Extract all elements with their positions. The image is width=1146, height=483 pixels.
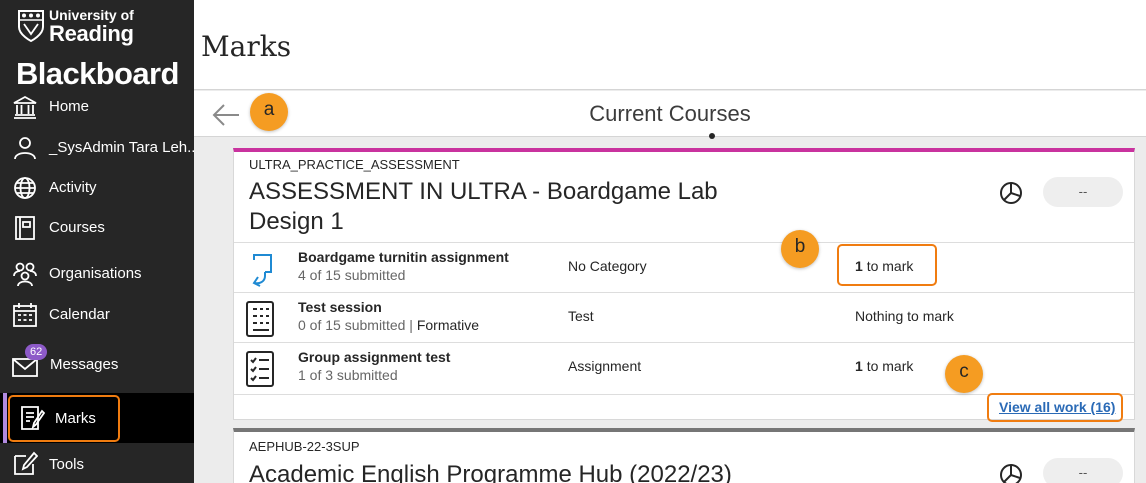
item-submitted: 1 of 3 submitted xyxy=(298,367,398,383)
course-title[interactable]: ASSESSMENT IN ULTRA - Boardgame Lab Desi… xyxy=(249,177,749,237)
calendar-icon xyxy=(13,303,37,327)
course-code: ULTRA_PRACTICE_ASSESSMENT xyxy=(249,157,460,172)
item-mark-status[interactable]: 1 to mark xyxy=(855,358,913,374)
sidebar-item-organisations[interactable]: Organisations xyxy=(0,254,194,294)
sidebar-item-label: Organisations xyxy=(49,265,142,282)
grade-pie-icon[interactable] xyxy=(998,180,1024,206)
item-submitted: 4 of 15 submitted xyxy=(298,267,406,283)
item-extra: Formative xyxy=(416,317,480,333)
tools-icon xyxy=(14,451,38,475)
sidebar-item-profile[interactable]: _SysAdmin Tara Leh... xyxy=(0,128,194,168)
mark-text: to mark xyxy=(866,358,914,374)
item-name[interactable]: Test session xyxy=(298,299,382,315)
sidebar-item-home[interactable]: Home xyxy=(0,87,194,127)
highlight-box xyxy=(837,244,937,286)
overall-grade-pill[interactable]: -- xyxy=(1043,177,1123,207)
page-header: Marks xyxy=(194,0,1146,90)
table-row[interactable]: Boardgame turnitin assignment 4 of 15 su… xyxy=(234,242,1134,292)
table-row[interactable]: Test session 0 of 15 submitted | Formati… xyxy=(234,292,1134,342)
course-card: AEPHUB-22-3SUP Academic English Programm… xyxy=(233,428,1135,483)
overall-grade-pill[interactable]: -- xyxy=(1043,458,1123,483)
assignment-icon xyxy=(246,351,274,387)
turnitin-icon xyxy=(252,254,272,287)
sidebar-item-label: Home xyxy=(49,98,90,115)
grade-pie-icon[interactable] xyxy=(998,462,1024,483)
page-title: Marks xyxy=(201,30,292,63)
book-icon xyxy=(15,216,35,240)
separator: | xyxy=(409,317,413,333)
callout-marker-a: a xyxy=(250,93,288,131)
sidebar-item-courses[interactable]: Courses xyxy=(0,208,194,248)
university-name-line2: Reading xyxy=(49,21,134,46)
item-submitted-line: 0 of 15 submitted | Formative xyxy=(298,317,479,333)
sidebar-item-messages[interactable]: 62 Messages xyxy=(0,344,194,384)
sidebar-item-label: Tools xyxy=(49,456,85,473)
institution-icon xyxy=(13,95,37,119)
test-icon xyxy=(246,301,274,337)
mark-count: 1 xyxy=(855,358,863,374)
sidebar-item-activity[interactable]: Activity xyxy=(0,168,194,208)
item-category: Assignment xyxy=(568,358,642,374)
mark-text: Nothing to mark xyxy=(855,308,954,324)
sidebar-item-label: _SysAdmin Tara Leh... xyxy=(49,139,194,156)
sidebar-item-tools[interactable]: Tools xyxy=(0,444,194,483)
globe-icon xyxy=(14,177,36,199)
sidebar-item-marks[interactable]: Marks xyxy=(0,393,194,443)
user-icon xyxy=(14,137,36,160)
crest-icon xyxy=(18,10,44,42)
carousel-dot[interactable] xyxy=(709,133,715,139)
university-name-line1: University of xyxy=(49,7,134,23)
main-content: Marks Current Courses a ULTRA_PRACTICE_A… xyxy=(194,0,1146,483)
sidebar: University of Reading Blackboard Home _S… xyxy=(0,0,194,483)
sidebar-item-label: Messages xyxy=(50,356,119,373)
item-name[interactable]: Boardgame turnitin assignment xyxy=(298,249,509,265)
active-indicator xyxy=(3,393,7,443)
callout-marker-b: b xyxy=(781,230,819,268)
sidebar-item-calendar[interactable]: Calendar xyxy=(0,295,194,335)
current-courses-title: Current Courses xyxy=(589,101,751,126)
item-submitted: 0 of 15 submitted xyxy=(298,317,406,333)
highlight-box xyxy=(987,393,1123,422)
people-icon xyxy=(13,262,37,287)
callout-marker-c: c xyxy=(945,355,983,393)
highlight-box xyxy=(8,395,120,442)
course-card: ULTRA_PRACTICE_ASSESSMENT ASSESSMENT IN … xyxy=(233,148,1135,422)
university-logo[interactable]: University of Reading Blackboard xyxy=(16,7,190,91)
sidebar-item-label: Courses xyxy=(49,219,105,236)
table-row[interactable]: Group assignment test 1 of 3 submitted A… xyxy=(234,342,1134,394)
course-code: AEPHUB-22-3SUP xyxy=(249,439,360,454)
item-category: No Category xyxy=(568,258,647,274)
item-name[interactable]: Group assignment test xyxy=(298,349,450,365)
messages-count-badge: 62 xyxy=(25,344,48,360)
sidebar-item-label: Activity xyxy=(49,179,97,196)
courses-subheader: Current Courses xyxy=(194,91,1146,139)
item-mark-status: Nothing to mark xyxy=(855,308,954,324)
course-title[interactable]: Academic English Programme Hub (2022/23) xyxy=(249,460,869,483)
item-category: Test xyxy=(568,308,594,324)
sidebar-item-label: Calendar xyxy=(49,306,110,323)
